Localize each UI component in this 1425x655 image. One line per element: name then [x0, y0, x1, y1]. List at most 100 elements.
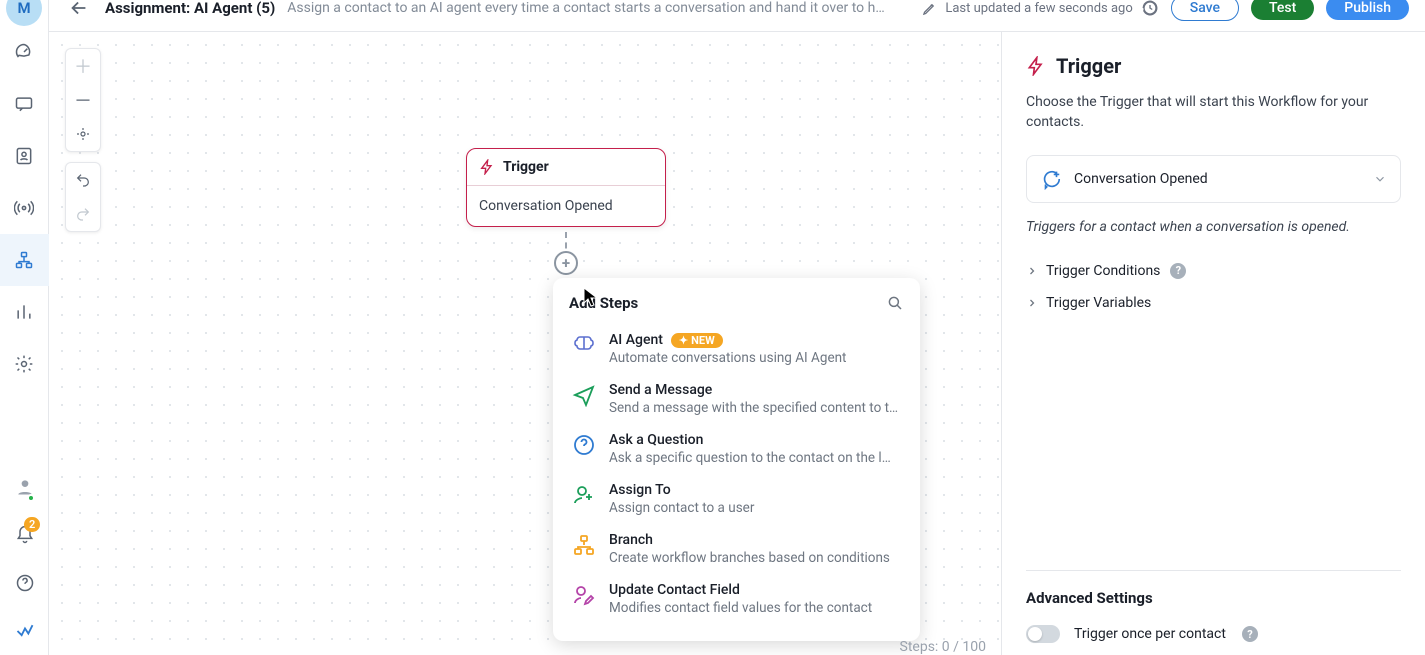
trigger-once-label: Trigger once per contact — [1074, 626, 1226, 642]
steps-counter: Steps: 0 / 100 — [900, 639, 986, 655]
trigger-once-toggle[interactable] — [1026, 625, 1060, 643]
test-button[interactable]: Test — [1251, 0, 1314, 20]
redo-button[interactable] — [66, 197, 100, 231]
undo-icon — [75, 172, 91, 188]
sidebar-item-workflows[interactable] — [0, 234, 49, 286]
status-dot-online — [27, 494, 35, 502]
fit-view-button[interactable] — [66, 117, 100, 151]
workflow-icon — [14, 250, 34, 270]
workflow-canvas[interactable]: ＋ － Trigger Conversation Opened + Add St… — [49, 32, 1001, 655]
trigger-note: Triggers for a contact when a conversati… — [1026, 219, 1401, 235]
step-desc: Ask a specific question to the contact o… — [609, 450, 903, 466]
pencil-icon — [922, 1, 937, 16]
workspace-avatar[interactable]: M — [6, 0, 42, 26]
help-icon[interactable]: ? — [1242, 626, 1258, 642]
sidebar-item-reports[interactable] — [0, 286, 49, 338]
lightning-icon — [479, 159, 495, 175]
add-steps-popover: Add Steps AI Agent ✦ NEW Automate conver… — [553, 278, 920, 641]
trigger-variables-row[interactable]: Trigger Variables — [1026, 287, 1401, 319]
gauge-icon — [14, 42, 34, 62]
panel-description: Choose the Trigger that will start this … — [1026, 92, 1401, 133]
arrow-left-icon — [68, 0, 90, 19]
trigger-variables-label: Trigger Variables — [1046, 295, 1151, 311]
step-title: Branch — [609, 532, 653, 548]
step-title: Assign To — [609, 482, 671, 498]
trigger-select[interactable]: Conversation Opened — [1026, 155, 1401, 203]
user-edit-icon — [572, 583, 596, 607]
brain-icon — [572, 333, 596, 357]
workflow-title[interactable]: Assignment: AI Agent (5) — [105, 0, 275, 17]
chevron-right-icon — [1026, 297, 1038, 309]
chat-plus-icon — [1040, 168, 1062, 190]
history-icon[interactable] — [1141, 0, 1159, 17]
bars-icon — [14, 302, 34, 322]
notification-badge: 2 — [24, 517, 40, 532]
contact-icon — [14, 146, 34, 166]
redo-icon — [75, 206, 91, 222]
undo-button[interactable] — [66, 163, 100, 197]
chevron-down-icon — [1373, 172, 1387, 186]
trigger-conditions-label: Trigger Conditions — [1046, 263, 1160, 279]
sidebar-item-notifications[interactable]: 2 — [0, 511, 49, 559]
new-badge: ✦ NEW — [671, 333, 723, 348]
publish-button[interactable]: Publish — [1326, 0, 1409, 20]
advanced-settings: Advanced Settings Trigger once per conta… — [1026, 570, 1401, 655]
step-title: Send a Message — [609, 382, 712, 398]
sidebar-item-brand[interactable] — [0, 607, 49, 655]
step-title: Update Contact Field — [609, 582, 740, 598]
step-option-ai-agent[interactable]: AI Agent ✦ NEW Automate conversations us… — [569, 324, 912, 374]
send-icon — [572, 383, 596, 407]
app-sidebar: M 2 — [0, 0, 49, 655]
chat-icon — [14, 94, 34, 114]
assign-icon — [572, 483, 596, 507]
zoom-out-button[interactable]: － — [66, 83, 100, 117]
step-desc: Modifies contact field values for the co… — [609, 600, 903, 616]
trigger-node-title: Trigger — [503, 159, 549, 175]
advanced-settings-title: Advanced Settings — [1026, 589, 1401, 607]
trigger-conditions-row[interactable]: Trigger Conditions ? — [1026, 255, 1401, 287]
gear-icon — [14, 354, 34, 374]
sidebar-item-dashboard[interactable] — [0, 26, 49, 78]
search-icon[interactable] — [886, 294, 904, 312]
lightning-icon — [1026, 56, 1046, 76]
trigger-panel: Trigger Choose the Trigger that will sta… — [1001, 32, 1425, 655]
step-option-ask-question[interactable]: Ask a Question Ask a specific question t… — [569, 424, 912, 474]
step-option-send-message[interactable]: Send a Message Send a message with the s… — [569, 374, 912, 424]
step-option-branch[interactable]: Branch Create workflow branches based on… — [569, 524, 912, 574]
branch-icon — [572, 533, 596, 557]
sidebar-item-agent-status[interactable] — [0, 463, 49, 511]
sidebar-item-contacts[interactable] — [0, 130, 49, 182]
help-icon — [15, 573, 35, 593]
step-title: AI Agent — [609, 332, 663, 348]
brand-icon — [15, 621, 35, 641]
last-updated-text: Last updated a few seconds ago — [945, 1, 1132, 16]
workflow-description: Assign a contact to an AI agent every ti… — [287, 0, 887, 16]
zoom-in-button[interactable]: ＋ — [66, 49, 100, 83]
step-desc: Create workflow branches based on condit… — [609, 550, 903, 566]
add-steps-title: Add Steps — [569, 294, 638, 312]
trigger-node-value: Conversation Opened — [467, 186, 665, 226]
sidebar-item-settings[interactable] — [0, 338, 49, 390]
back-button[interactable] — [65, 0, 93, 22]
trigger-select-label: Conversation Opened — [1074, 171, 1361, 187]
step-desc: Assign contact to a user — [609, 500, 903, 516]
sidebar-item-inbox[interactable] — [0, 78, 49, 130]
question-icon — [572, 433, 596, 457]
workflow-header: Assignment: AI Agent (5) Assign a contac… — [49, 0, 1425, 32]
step-desc: Automate conversations using AI Agent — [609, 350, 903, 366]
step-option-assign-to[interactable]: Assign To Assign contact to a user — [569, 474, 912, 524]
panel-title: Trigger — [1056, 54, 1121, 78]
step-title: Ask a Question — [609, 432, 703, 448]
add-steps-list: AI Agent ✦ NEW Automate conversations us… — [569, 324, 916, 634]
broadcast-icon — [14, 198, 34, 218]
sidebar-item-help[interactable] — [0, 559, 49, 607]
chevron-right-icon — [1026, 265, 1038, 277]
help-icon[interactable]: ? — [1170, 263, 1186, 279]
step-option-update-contact-field[interactable]: Update Contact Field Modifies contact fi… — [569, 574, 912, 624]
target-icon — [75, 126, 91, 142]
save-button[interactable]: Save — [1171, 0, 1239, 21]
sidebar-item-broadcast[interactable] — [0, 182, 49, 234]
trigger-node[interactable]: Trigger Conversation Opened — [466, 148, 666, 227]
step-desc: Send a message with the specified conten… — [609, 400, 903, 416]
add-step-button[interactable]: + — [554, 251, 578, 275]
